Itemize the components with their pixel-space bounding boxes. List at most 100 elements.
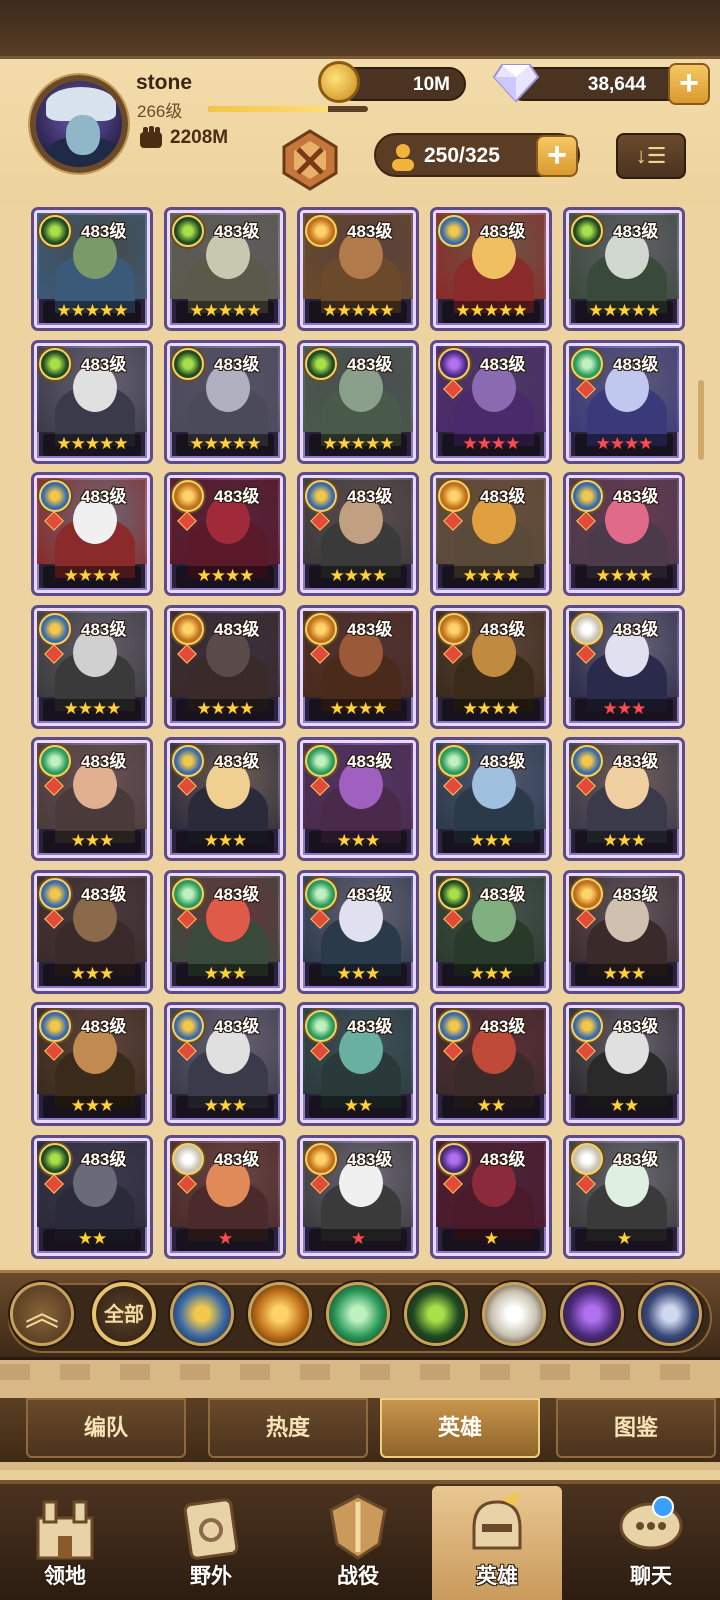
add-gems-button[interactable]: + bbox=[668, 63, 710, 105]
hero-card[interactable]: 483级 ★★★★★ bbox=[433, 210, 549, 328]
hero-card[interactable]: 483级 ★★ bbox=[34, 1137, 150, 1256]
hero-card[interactable]: 483级 ★★★★ bbox=[300, 475, 416, 593]
hero-stars: ★★★★ bbox=[462, 698, 521, 718]
hero-card[interactable]: 483级 ★★★ bbox=[167, 872, 283, 991]
hero-card[interactable]: 483级 ★★★★ bbox=[433, 607, 549, 726]
collapse-chevron-icon[interactable]: ︽ bbox=[10, 1282, 74, 1346]
hero-grid: 483级 ★★★★★ 483级 ★★★★★ 483级 ★★★★★ 483级 ★★★★★ 483级… bbox=[0, 206, 720, 1268]
hero-stars: ★★★★★ bbox=[56, 301, 128, 320]
hero-card[interactable]: 483级 ★★★★★ bbox=[167, 210, 283, 328]
hero-stars: ★★★ bbox=[469, 963, 514, 983]
hero-card[interactable]: 483级 ★★★★ bbox=[433, 342, 549, 461]
filter-all-button[interactable]: 全部 bbox=[92, 1282, 156, 1346]
hero-card[interactable]: 483级 ★★★★★ bbox=[34, 210, 150, 328]
hero-card[interactable]: 483级 ★★★★ bbox=[300, 607, 416, 726]
hero-card[interactable]: 483级 ★★★ bbox=[566, 607, 682, 726]
forest-faction-icon bbox=[39, 215, 71, 247]
hero-card[interactable]: 483级 ★★★ bbox=[34, 740, 150, 858]
guild-crest-icon[interactable] bbox=[278, 127, 342, 193]
hero-card[interactable]: 483级 ★★★ bbox=[167, 740, 283, 858]
hero-card[interactable]: 483级 ★★★ bbox=[167, 1005, 283, 1123]
tab-3[interactable]: 图鉴 bbox=[556, 1398, 716, 1458]
filter-forest-icon[interactable] bbox=[404, 1282, 468, 1346]
hero-level: 483级 bbox=[214, 354, 260, 374]
hero-card[interactable]: 483级 ★★★★ bbox=[34, 475, 150, 593]
light-faction-icon bbox=[39, 877, 71, 910]
player-header: stone 266级 2208M 10M 38,644 + 250/325 + … bbox=[0, 56, 720, 206]
hero-level: 483级 bbox=[480, 1017, 526, 1036]
celestial-faction-icon bbox=[172, 1142, 204, 1175]
nav-label: 英雄 bbox=[476, 1565, 518, 1588]
hero-level: 483级 bbox=[613, 1017, 659, 1036]
xp-bar-fill bbox=[208, 106, 328, 112]
castle-icon bbox=[36, 1500, 94, 1560]
tab-2[interactable]: 英雄 bbox=[380, 1398, 540, 1458]
hero-card[interactable]: 483级 ★★★ bbox=[300, 740, 416, 858]
hero-card[interactable]: 483级 ★★★ bbox=[34, 1005, 150, 1123]
fire-faction-icon bbox=[571, 877, 603, 910]
hero-card[interactable]: 483级 ★★★ bbox=[34, 872, 150, 991]
hero-card[interactable]: 483级 ★ bbox=[167, 1137, 283, 1256]
hero-card[interactable]: 483级 ★★★★ bbox=[34, 607, 150, 726]
hero-stars: ★★★★★ bbox=[322, 301, 394, 320]
hero-card[interactable]: 483级 ★ bbox=[566, 1137, 682, 1256]
hero-stars: ★★★ bbox=[70, 1096, 115, 1115]
hero-card[interactable]: 483级 ★★ bbox=[566, 1005, 682, 1123]
hero-level: 483级 bbox=[347, 1017, 393, 1036]
hero-stars: ★★★★★ bbox=[189, 433, 261, 453]
sort-button[interactable]: ↓☰ bbox=[616, 133, 686, 179]
hero-card[interactable]: 483级 ★★★ bbox=[566, 740, 682, 858]
filter-dark-icon[interactable] bbox=[560, 1282, 624, 1346]
nav-sword-shield[interactable]: 战役 bbox=[293, 1486, 423, 1600]
player-avatar[interactable] bbox=[30, 75, 128, 173]
hero-level: 483级 bbox=[480, 487, 526, 506]
hero-card[interactable]: 483级 ★★★★★ bbox=[167, 342, 283, 461]
nav-label: 领地 bbox=[44, 1565, 86, 1588]
filter-light-icon[interactable] bbox=[170, 1282, 234, 1346]
hero-card[interactable]: 483级 ★★★★ bbox=[167, 607, 283, 726]
fire-faction-icon bbox=[438, 612, 470, 645]
hero-card[interactable]: 483级 ★★★★★ bbox=[566, 210, 682, 328]
hero-stars: ★★★ bbox=[203, 963, 248, 983]
hero-card[interactable]: 483级 ★ bbox=[433, 1137, 549, 1256]
hero-level: 483级 bbox=[480, 1149, 526, 1169]
hero-card[interactable]: 483级 ★★★ bbox=[300, 872, 416, 991]
hero-card[interactable]: 483级 ★★★ bbox=[433, 740, 549, 858]
hero-card[interactable]: 483级 ★★ bbox=[433, 1005, 549, 1123]
hero-card[interactable]: 483级 ★★★★★ bbox=[300, 210, 416, 328]
tab-0[interactable]: 编队 bbox=[26, 1398, 186, 1458]
hero-level: 483级 bbox=[613, 752, 659, 771]
hero-card[interactable]: 483级 ★★ bbox=[300, 1005, 416, 1123]
filter-fire-icon[interactable] bbox=[248, 1282, 312, 1346]
hero-card[interactable]: 483级 ★ bbox=[300, 1137, 416, 1256]
nav-scroll-map[interactable]: 野外 bbox=[146, 1486, 276, 1600]
expand-capacity-button[interactable]: + bbox=[536, 135, 578, 177]
nav-chat[interactable]: 聊天 bbox=[586, 1486, 716, 1600]
hero-stars: ★★★ bbox=[203, 1096, 248, 1115]
diamond-icon bbox=[492, 64, 540, 103]
hero-stars: ★★★★ bbox=[462, 566, 521, 585]
hero-card[interactable]: 483级 ★★★ bbox=[566, 872, 682, 991]
hero-level: 483级 bbox=[214, 222, 260, 241]
hero-card[interactable]: 483级 ★★★★★ bbox=[300, 342, 416, 461]
light-faction-icon bbox=[571, 745, 603, 777]
hero-card[interactable]: 483级 ★★★★ bbox=[167, 475, 283, 593]
hero-stars: ★★★★ bbox=[63, 698, 122, 718]
nature-faction-icon bbox=[305, 1010, 337, 1042]
filter-nature-icon[interactable] bbox=[326, 1282, 390, 1346]
hero-card[interactable]: 483级 ★★★★ bbox=[566, 475, 682, 593]
fire-faction-icon bbox=[305, 1142, 337, 1175]
nav-castle[interactable]: 领地 bbox=[0, 1486, 130, 1600]
hero-card[interactable]: 483级 ★★★★ bbox=[566, 342, 682, 461]
hero-card[interactable]: 483级 ★★★ bbox=[433, 872, 549, 991]
forest-faction-icon bbox=[172, 347, 204, 380]
hero-level: 483级 bbox=[613, 1149, 659, 1169]
hero-card[interactable]: 483级 ★★★★★ bbox=[34, 342, 150, 461]
scrollbar-thumb[interactable] bbox=[698, 380, 704, 460]
hero-level: 483级 bbox=[214, 487, 260, 506]
tab-1[interactable]: 热度 bbox=[208, 1398, 368, 1458]
nav-helmet[interactable]: 英雄 bbox=[432, 1486, 562, 1600]
filter-mech-icon[interactable] bbox=[638, 1282, 702, 1346]
hero-card[interactable]: 483级 ★★★★ bbox=[433, 475, 549, 593]
filter-celestial-icon[interactable] bbox=[482, 1282, 546, 1346]
